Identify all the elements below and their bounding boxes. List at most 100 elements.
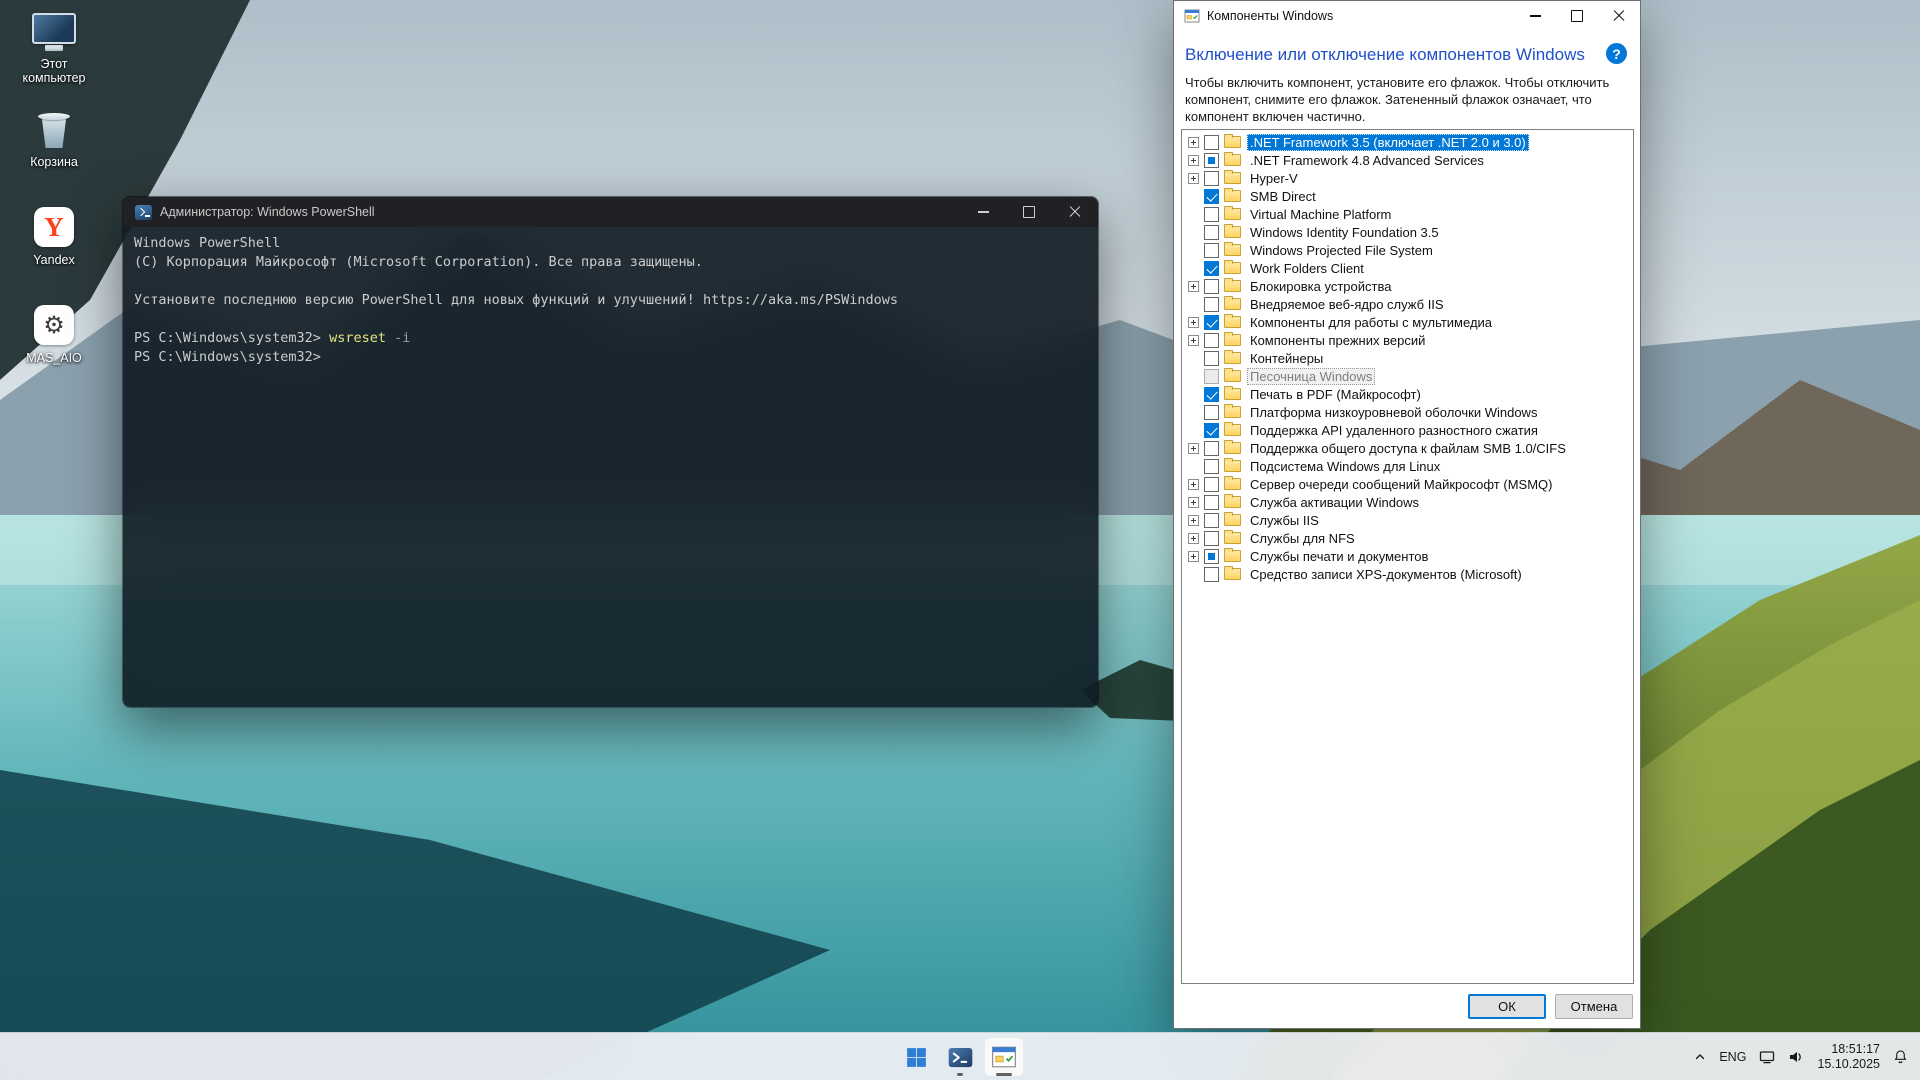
expand-toggle-icon[interactable] xyxy=(1188,155,1199,166)
feature-checkbox[interactable] xyxy=(1204,243,1219,258)
feature-label[interactable]: Сервер очереди сообщений Майкрософт (MSM… xyxy=(1247,476,1555,493)
desktop-icon[interactable]: Корзина xyxy=(8,106,100,200)
feature-row[interactable]: Службы для NFS xyxy=(1182,529,1633,547)
feature-label[interactable]: Windows Identity Foundation 3.5 xyxy=(1247,224,1442,241)
feature-checkbox[interactable] xyxy=(1204,531,1219,546)
feature-row[interactable]: Средство записи XPS-документов (Microsof… xyxy=(1182,565,1633,583)
feature-checkbox[interactable] xyxy=(1204,207,1219,222)
feature-checkbox[interactable] xyxy=(1204,135,1219,150)
terminal-output[interactable]: Windows PowerShell(C) Корпорация Майкрос… xyxy=(123,227,1098,707)
feature-row[interactable]: Печать в PDF (Майкрософт) xyxy=(1182,385,1633,403)
maximize-icon[interactable] xyxy=(1006,197,1052,227)
feature-row[interactable]: Службы IIS xyxy=(1182,511,1633,529)
feature-checkbox[interactable] xyxy=(1204,441,1219,456)
feature-label[interactable]: Подсистема Windows для Linux xyxy=(1247,458,1443,475)
feature-row[interactable]: Hyper-V xyxy=(1182,169,1633,187)
desktop-icon[interactable]: ⚙ MAS_AIO xyxy=(8,302,100,396)
features-tree[interactable]: .NET Framework 3.5 (включает .NET 2.0 и … xyxy=(1181,129,1634,984)
feature-label[interactable]: SMB Direct xyxy=(1247,188,1319,205)
feature-label[interactable]: Службы печати и документов xyxy=(1247,548,1431,565)
feature-row[interactable]: Сервер очереди сообщений Майкрософт (MSM… xyxy=(1182,475,1633,493)
expand-toggle-icon[interactable] xyxy=(1188,281,1199,292)
feature-label[interactable]: Печать в PDF (Майкрософт) xyxy=(1247,386,1424,403)
feature-row[interactable]: Подсистема Windows для Linux xyxy=(1182,457,1633,475)
expand-toggle-icon[interactable] xyxy=(1188,137,1199,148)
feature-label[interactable]: Virtual Machine Platform xyxy=(1247,206,1394,223)
feature-row[interactable]: Поддержка общего доступа к файлам SMB 1.… xyxy=(1182,439,1633,457)
taskbar-windows-features-button[interactable] xyxy=(984,1037,1024,1077)
feature-label[interactable]: Windows Projected File System xyxy=(1247,242,1436,259)
minimize-icon[interactable] xyxy=(1514,1,1556,31)
feature-checkbox[interactable] xyxy=(1204,279,1219,294)
close-icon[interactable] xyxy=(1598,1,1640,31)
feature-checkbox[interactable] xyxy=(1204,405,1219,420)
feature-row[interactable]: .NET Framework 4.8 Advanced Services xyxy=(1182,151,1633,169)
cancel-button[interactable]: Отмена xyxy=(1555,994,1633,1019)
expand-toggle-icon[interactable] xyxy=(1188,533,1199,544)
feature-checkbox[interactable] xyxy=(1204,459,1219,474)
feature-checkbox[interactable] xyxy=(1204,189,1219,204)
feature-row[interactable]: Work Folders Client xyxy=(1182,259,1633,277)
minimize-icon[interactable] xyxy=(960,197,1006,227)
feature-row[interactable]: Virtual Machine Platform xyxy=(1182,205,1633,223)
feature-checkbox[interactable] xyxy=(1204,261,1219,276)
feature-checkbox[interactable] xyxy=(1204,351,1219,366)
feature-checkbox[interactable] xyxy=(1204,333,1219,348)
feature-label[interactable]: Hyper-V xyxy=(1247,170,1301,187)
expand-toggle-icon[interactable] xyxy=(1188,497,1199,508)
feature-label[interactable]: Компоненты прежних версий xyxy=(1247,332,1428,349)
expand-toggle-icon[interactable] xyxy=(1188,551,1199,562)
ok-button[interactable]: ОК xyxy=(1468,994,1546,1019)
help-icon[interactable]: ? xyxy=(1606,43,1627,64)
feature-label[interactable]: Work Folders Client xyxy=(1247,260,1367,277)
network-icon[interactable] xyxy=(1759,1049,1775,1065)
taskbar-powershell-button[interactable] xyxy=(940,1037,980,1077)
feature-label[interactable]: Блокировка устройства xyxy=(1247,278,1394,295)
feature-row[interactable]: Платформа низкоуровневой оболочки Window… xyxy=(1182,403,1633,421)
feature-label[interactable]: .NET Framework 3.5 (включает .NET 2.0 и … xyxy=(1247,134,1529,151)
feature-label[interactable]: Службы IIS xyxy=(1247,512,1322,529)
feature-row[interactable]: Внедряемое веб-ядро служб IIS xyxy=(1182,295,1633,313)
feature-row[interactable]: Службы печати и документов xyxy=(1182,547,1633,565)
feature-checkbox[interactable] xyxy=(1204,297,1219,312)
feature-row[interactable]: Контейнеры xyxy=(1182,349,1633,367)
expand-toggle-icon[interactable] xyxy=(1188,479,1199,490)
tray-overflow-chevron-icon[interactable] xyxy=(1694,1051,1706,1063)
dialog-titlebar[interactable]: Компоненты Windows xyxy=(1174,1,1640,31)
language-indicator[interactable]: ENG xyxy=(1719,1050,1746,1064)
feature-label[interactable]: Контейнеры xyxy=(1247,350,1326,367)
feature-label[interactable]: .NET Framework 4.8 Advanced Services xyxy=(1247,152,1487,169)
feature-checkbox[interactable] xyxy=(1204,387,1219,402)
notification-bell-icon[interactable] xyxy=(1893,1049,1908,1064)
clock[interactable]: 18:51:17 15.10.2025 xyxy=(1817,1042,1880,1072)
feature-label[interactable]: Песочница Windows xyxy=(1247,368,1375,385)
feature-label[interactable]: Платформа низкоуровневой оболочки Window… xyxy=(1247,404,1540,421)
feature-label[interactable]: Внедряемое веб-ядро служб IIS xyxy=(1247,296,1447,313)
feature-row[interactable]: SMB Direct xyxy=(1182,187,1633,205)
desktop-icon[interactable]: Y Yandex xyxy=(8,204,100,298)
feature-row[interactable]: Служба активации Windows xyxy=(1182,493,1633,511)
feature-label[interactable]: Служба активации Windows xyxy=(1247,494,1422,511)
feature-row[interactable]: Windows Identity Foundation 3.5 xyxy=(1182,223,1633,241)
feature-row[interactable]: Компоненты прежних версий xyxy=(1182,331,1633,349)
start-button[interactable] xyxy=(896,1037,936,1077)
feature-checkbox[interactable] xyxy=(1204,423,1219,438)
feature-label[interactable]: Службы для NFS xyxy=(1247,530,1358,547)
feature-checkbox[interactable] xyxy=(1204,369,1219,384)
feature-checkbox[interactable] xyxy=(1204,153,1219,168)
maximize-icon[interactable] xyxy=(1556,1,1598,31)
expand-toggle-icon[interactable] xyxy=(1188,515,1199,526)
desktop-icon[interactable]: Этот компьютер xyxy=(8,8,100,102)
feature-row[interactable]: Windows Projected File System xyxy=(1182,241,1633,259)
feature-row[interactable]: Компоненты для работы с мультимедиа xyxy=(1182,313,1633,331)
feature-label[interactable]: Средство записи XPS-документов (Microsof… xyxy=(1247,566,1525,583)
feature-checkbox[interactable] xyxy=(1204,171,1219,186)
volume-icon[interactable] xyxy=(1788,1049,1804,1065)
feature-row[interactable]: Песочница Windows xyxy=(1182,367,1633,385)
expand-toggle-icon[interactable] xyxy=(1188,317,1199,328)
powershell-titlebar[interactable]: Администратор: Windows PowerShell xyxy=(123,197,1098,227)
feature-label[interactable]: Поддержка API удаленного разностного сжа… xyxy=(1247,422,1541,439)
feature-label[interactable]: Поддержка общего доступа к файлам SMB 1.… xyxy=(1247,440,1569,457)
feature-checkbox[interactable] xyxy=(1204,513,1219,528)
feature-checkbox[interactable] xyxy=(1204,495,1219,510)
